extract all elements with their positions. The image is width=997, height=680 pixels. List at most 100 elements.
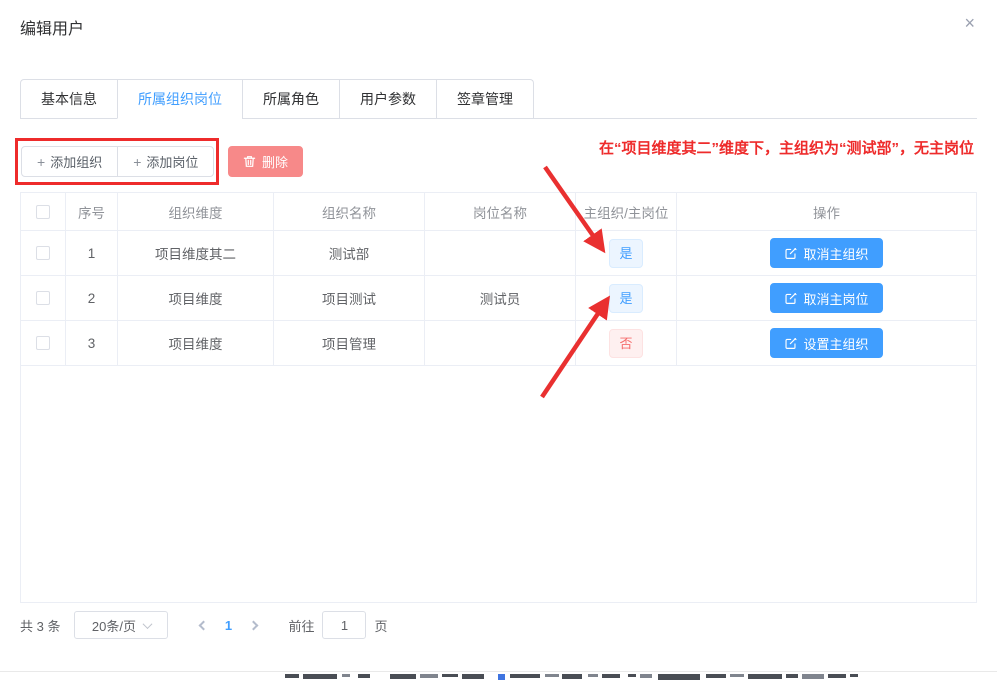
prev-page-button[interactable] (190, 611, 216, 639)
primary-status-cell: 是 (576, 231, 677, 276)
edit-icon (784, 337, 797, 350)
post-name-cell (425, 231, 576, 276)
org-dimension-cell: 项目维度 (118, 321, 274, 366)
row-action-button[interactable]: 取消主岗位 (770, 283, 882, 313)
next-page-button[interactable] (240, 611, 266, 639)
action-cell: 取消主组织 (677, 231, 976, 276)
table-row: 2项目维度项目测试测试员是 取消主岗位 (21, 276, 976, 321)
org-dimension-cell: 项目维度其二 (118, 231, 274, 276)
org-post-table: 序号组织维度组织名称岗位名称主组织/主岗位操作 1项目维度其二测试部是取消主组织… (20, 192, 977, 603)
tab-roles[interactable]: 所属角色 (242, 80, 339, 119)
clipped-glyph-fragment (358, 674, 370, 678)
chevron-down-icon (143, 619, 153, 629)
add-post-label: 添加岗位 (146, 152, 198, 171)
header-cell: 序号 (66, 193, 118, 231)
tab-signature[interactable]: 签章管理 (436, 80, 533, 119)
trash-icon (243, 155, 256, 168)
chevron-right-icon (249, 620, 259, 630)
clipped-glyph-fragment (802, 674, 824, 679)
clipped-glyph-fragment (850, 674, 858, 677)
row-index-cell: 2 (66, 276, 118, 321)
row-checkbox[interactable] (36, 336, 50, 350)
select-all-checkbox[interactable] (36, 205, 50, 219)
row-action-button[interactable]: 设置主组织 (770, 328, 882, 358)
clipped-glyph-fragment (658, 674, 700, 680)
clipped-glyph-fragment (390, 674, 416, 679)
primary-status-cell: 否 (576, 321, 677, 366)
pagination: 共 3 条 20条/页 1 前往 页 (20, 611, 388, 639)
add-organization-label: 添加组织 (50, 152, 102, 171)
row-action-button[interactable]: 取消主组织 (770, 238, 882, 268)
current-page-number[interactable]: 1 (216, 618, 240, 633)
org-name-cell: 项目管理 (274, 321, 425, 366)
row-checkbox-cell (21, 276, 66, 321)
delete-label: 删除 (262, 152, 288, 171)
row-checkbox-cell (21, 231, 66, 276)
clipped-glyph-fragment (285, 674, 299, 678)
header-cell: 组织维度 (118, 193, 274, 231)
org-name-cell: 项目测试 (274, 276, 425, 321)
table-row: 1项目维度其二测试部 是 取消主组织 (21, 231, 976, 276)
clipped-glyph-fragment (730, 674, 744, 677)
plus-icon: + (37, 154, 45, 170)
action-cell: 设置主组织 (677, 321, 976, 366)
row-checkbox[interactable] (36, 291, 50, 305)
clipped-glyph-fragment (640, 674, 652, 678)
row-action-label: 取消主岗位 (803, 289, 868, 308)
header-cell: 操作 (677, 193, 976, 231)
close-icon[interactable]: × (960, 10, 979, 36)
header-cell: 岗位名称 (425, 193, 576, 231)
goto-page-label: 前往 (288, 616, 314, 635)
clipped-glyph-fragment (562, 674, 582, 679)
org-dimension-cell: 项目维度 (118, 276, 274, 321)
row-index-cell: 1 (66, 231, 118, 276)
tabs-nav: 基本信息所属组织岗位所属角色用户参数签章管理 (20, 79, 534, 119)
row-checkbox-cell (21, 321, 66, 366)
primary-status-badge: 是 (609, 239, 642, 268)
row-checkbox[interactable] (36, 246, 50, 260)
add-post-button[interactable]: + 添加岗位 (117, 146, 214, 177)
clipped-glyph-fragment (420, 674, 438, 678)
clipped-glyph-fragment (602, 674, 620, 678)
page-size-select[interactable]: 20条/页 (74, 611, 168, 639)
tab-org-position[interactable]: 所属组织岗位 (117, 80, 242, 119)
post-name-cell: 测试员 (425, 276, 576, 321)
row-action-label: 设置主组织 (803, 334, 868, 353)
clipped-glyph-fragment (303, 674, 337, 679)
clipped-glyph-fragment (510, 674, 540, 678)
org-name-cell: 测试部 (274, 231, 425, 276)
row-action-label: 取消主组织 (803, 244, 868, 263)
primary-status-cell: 是 (576, 276, 677, 321)
clipped-glyph-fragment (498, 674, 505, 680)
plus-icon: + (133, 154, 141, 170)
page-size-value: 20条/页 (92, 616, 136, 635)
table-header: 序号组织维度组织名称岗位名称主组织/主岗位操作 (21, 193, 976, 231)
delete-button[interactable]: 删除 (228, 146, 303, 177)
table-header-row: 序号组织维度组织名称岗位名称主组织/主岗位操作 (21, 193, 976, 231)
tabs-header: 基本信息所属组织岗位所属角色用户参数签章管理 (20, 79, 977, 119)
header-cell-checkbox (21, 193, 66, 231)
clipped-glyph-fragment (462, 674, 484, 679)
row-index-cell: 3 (66, 321, 118, 366)
action-cell: 取消主岗位 (677, 276, 976, 321)
clipped-background-content (0, 671, 997, 680)
page-unit-label: 页 (374, 616, 387, 635)
tab-user-params[interactable]: 用户参数 (339, 80, 436, 119)
edit-icon (784, 292, 797, 305)
clipped-glyph-fragment (588, 674, 598, 677)
primary-status-badge: 否 (609, 329, 642, 358)
table-row: 3项目维度项目管理 否 设置主组织 (21, 321, 976, 366)
clipped-glyph-fragment (442, 674, 458, 677)
goto-page-input[interactable] (322, 611, 366, 639)
chevron-left-icon (199, 620, 209, 630)
pagination-total: 共 3 条 (20, 616, 60, 635)
clipped-glyph-fragment (628, 674, 636, 677)
tab-basic-info[interactable]: 基本信息 (21, 80, 117, 119)
add-button-group: + 添加组织 + 添加岗位 (21, 146, 214, 177)
clipped-glyph-fragment (342, 674, 350, 677)
clipped-glyph-fragment (545, 674, 559, 677)
clipped-glyph-fragment (748, 674, 782, 679)
add-organization-button[interactable]: + 添加组织 (21, 146, 118, 177)
post-name-cell (425, 321, 576, 366)
annotation-text-top: 在“项目维度其二”维度下，主组织为“测试部”，无主岗位 (599, 137, 974, 158)
